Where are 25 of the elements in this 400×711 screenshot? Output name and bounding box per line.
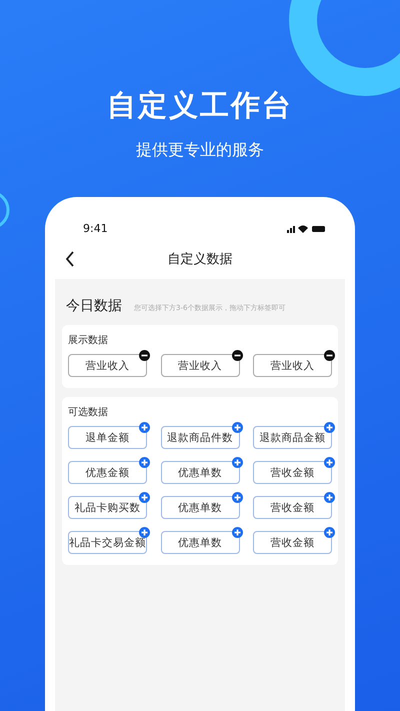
card-title: 展示数据 <box>68 334 109 347</box>
page-title: 自定义数据 <box>168 251 232 268</box>
add-icon[interactable] <box>139 457 150 468</box>
add-icon[interactable] <box>324 492 335 503</box>
add-icon[interactable] <box>139 422 150 433</box>
add-icon[interactable] <box>324 457 335 468</box>
add-icon[interactable] <box>324 527 335 538</box>
status-icons <box>287 224 327 234</box>
add-icon[interactable] <box>232 422 242 433</box>
headline: 自定义工作台 <box>107 87 293 124</box>
back-icon[interactable] <box>65 251 75 267</box>
remove-icon[interactable] <box>139 350 150 361</box>
add-icon[interactable] <box>139 527 150 538</box>
section-title: 今日数据 <box>66 297 122 315</box>
add-icon[interactable] <box>324 422 335 433</box>
add-icon[interactable] <box>232 492 242 503</box>
remove-icon[interactable] <box>324 350 335 361</box>
small-ring-decoration <box>0 190 10 230</box>
add-icon[interactable] <box>232 457 242 468</box>
card-title: 可选数据 <box>68 406 109 419</box>
remove-icon[interactable] <box>232 350 242 361</box>
add-icon[interactable] <box>139 492 150 503</box>
add-icon[interactable] <box>232 527 242 538</box>
status-time: 9:41 <box>83 222 108 235</box>
subheadline: 提供更专业的服务 <box>136 140 264 161</box>
